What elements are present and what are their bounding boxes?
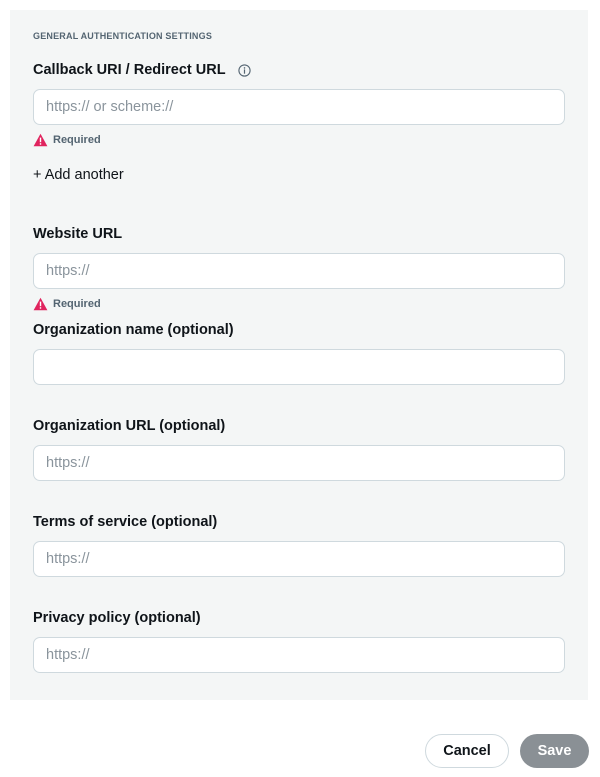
privacy-policy-input[interactable] xyxy=(33,637,565,673)
organization-url-label: Organization URL (optional) xyxy=(33,418,226,434)
website-url-label: Website URL xyxy=(33,226,123,242)
warning-icon xyxy=(33,297,48,311)
error-text: Required xyxy=(53,298,101,310)
cancel-button[interactable]: Cancel xyxy=(425,734,509,768)
callback-url-input[interactable] xyxy=(33,89,565,125)
error-text: Required xyxy=(53,134,101,146)
organization-name-input[interactable] xyxy=(33,349,565,385)
website-url-input[interactable] xyxy=(33,253,565,289)
organization-name-label: Organization name (optional) xyxy=(33,322,234,338)
add-another-link[interactable]: + Add another xyxy=(33,167,124,183)
callback-url-label: Callback URI / Redirect URL xyxy=(33,62,226,78)
auth-settings-panel: GENERAL AUTHENTICATION SETTINGS Callback… xyxy=(10,10,588,700)
privacy-policy-label: Privacy policy (optional) xyxy=(33,610,201,626)
website-url-error: Required xyxy=(33,297,101,311)
callback-url-error: Required xyxy=(33,133,101,147)
terms-of-service-label: Terms of service (optional) xyxy=(33,514,218,530)
warning-icon xyxy=(33,133,48,147)
section-title: GENERAL AUTHENTICATION SETTINGS xyxy=(33,31,213,41)
save-button[interactable]: Save xyxy=(520,734,589,768)
terms-of-service-input[interactable] xyxy=(33,541,565,577)
organization-url-input[interactable] xyxy=(33,445,565,481)
callback-url-label-row: Callback URI / Redirect URL xyxy=(33,62,251,78)
info-icon[interactable] xyxy=(237,63,251,77)
